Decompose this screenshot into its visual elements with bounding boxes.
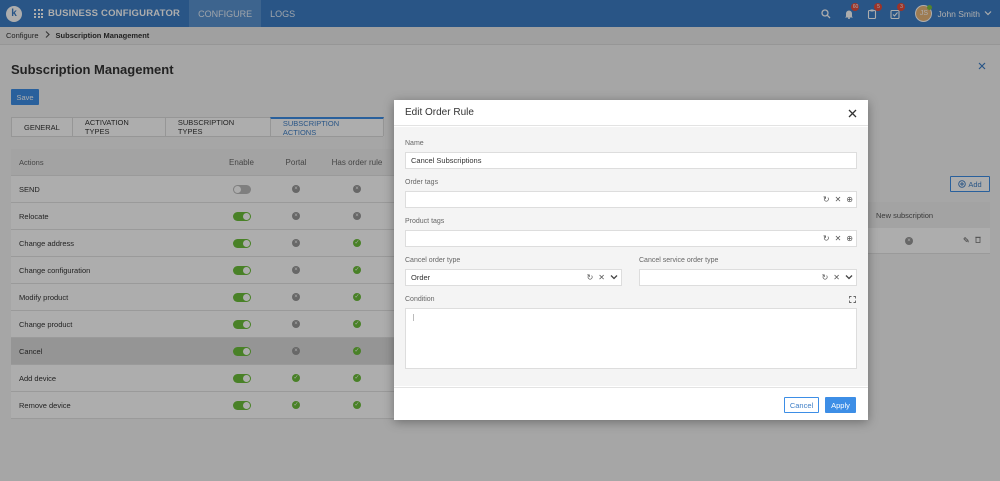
clear-icon[interactable]: ✕ — [833, 273, 840, 282]
cancel-order-type-label: Cancel order type — [405, 257, 461, 264]
modal-body: Name Cancel Subscriptions Order tags ↻ ✕… — [394, 127, 868, 386]
cancel-order-type-value: Order — [411, 273, 431, 282]
add-circle-icon[interactable]: ⊕ — [846, 195, 853, 204]
close-icon[interactable] — [848, 105, 857, 121]
modal-title: Edit Order Rule — [405, 107, 474, 118]
refresh-icon[interactable]: ↻ — [587, 273, 594, 282]
clear-icon[interactable]: ✕ — [835, 195, 842, 204]
refresh-icon[interactable]: ↻ — [822, 273, 829, 282]
chevron-down-icon[interactable] — [610, 273, 618, 282]
clear-icon[interactable]: ✕ — [835, 234, 842, 243]
expand-icon[interactable] — [849, 296, 856, 305]
edit-order-rule-dialog: Edit Order Rule Name Cancel Subscription… — [394, 100, 868, 420]
product-tags-input[interactable]: ↻ ✕ ⊕ — [405, 230, 857, 247]
condition-label: Condition — [405, 296, 435, 303]
product-tags-label: Product tags — [405, 218, 445, 225]
name-input[interactable]: Cancel Subscriptions — [405, 152, 857, 169]
clear-icon[interactable]: ✕ — [598, 273, 605, 282]
text-cursor — [413, 314, 414, 321]
modal-footer: Cancel Apply — [394, 387, 868, 420]
refresh-icon[interactable]: ↻ — [823, 195, 830, 204]
modal-header: Edit Order Rule — [394, 100, 868, 126]
chevron-down-icon[interactable] — [845, 273, 853, 282]
cancel-service-order-type-select[interactable]: ↻ ✕ — [639, 269, 857, 286]
cancel-order-type-select[interactable]: Order ↻ ✕ — [405, 269, 622, 286]
refresh-icon[interactable]: ↻ — [823, 234, 830, 243]
order-tags-input[interactable]: ↻ ✕ ⊕ — [405, 191, 857, 208]
cancel-button[interactable]: Cancel — [784, 397, 819, 413]
order-tags-label: Order tags — [405, 179, 439, 186]
cancel-service-order-type-label: Cancel service order type — [639, 257, 719, 264]
add-circle-icon[interactable]: ⊕ — [846, 234, 853, 243]
name-label: Name — [405, 140, 424, 147]
apply-button[interactable]: Apply — [825, 397, 856, 413]
condition-editor[interactable] — [405, 308, 857, 369]
